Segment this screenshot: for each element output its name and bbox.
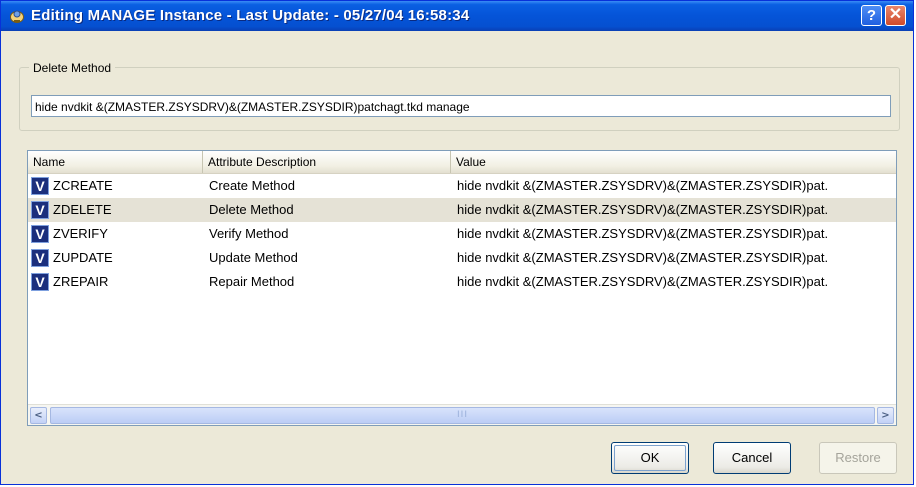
restore-button[interactable]: Restore — [819, 442, 897, 474]
v-method-icon: V — [31, 201, 49, 219]
row-name: ZDELETE — [53, 202, 112, 217]
close-button[interactable]: ✕ — [885, 5, 906, 26]
row-description: Repair Method — [209, 274, 295, 289]
row-description: Create Method — [209, 178, 295, 193]
row-name: ZVERIFY — [53, 226, 108, 241]
row-name: ZREPAIR — [53, 274, 109, 289]
list-row[interactable]: V ZREPAIR Repair Method hide nvdkit &(ZM… — [28, 270, 896, 294]
list-row[interactable]: V ZDELETE Delete Method hide nvdkit &(ZM… — [28, 198, 896, 222]
row-description: Delete Method — [209, 202, 294, 217]
row-name: ZCREATE — [53, 178, 113, 193]
help-icon: ? — [866, 7, 877, 24]
scroll-left-button[interactable]: < — [30, 407, 47, 424]
row-name: ZUPDATE — [53, 250, 113, 265]
v-method-icon: V — [31, 225, 49, 243]
horizontal-scrollbar[interactable]: < III > — [28, 404, 896, 425]
app-icon — [10, 10, 24, 23]
column-header-name[interactable]: Name — [28, 151, 203, 173]
delete-method-input[interactable]: hide nvdkit &(ZMASTER.ZSYSDRV)&(ZMASTER.… — [31, 95, 891, 117]
v-method-icon: V — [31, 177, 49, 195]
window-title: Editing MANAGE Instance - Last Update: -… — [31, 7, 470, 24]
row-value: hide nvdkit &(ZMASTER.ZSYSDRV)&(ZMASTER.… — [457, 226, 829, 241]
row-description: Verify Method — [209, 226, 289, 241]
row-value: hide nvdkit &(ZMASTER.ZSYSDRV)&(ZMASTER.… — [457, 250, 829, 265]
list-header: Name Attribute Description Value — [28, 151, 896, 174]
list-row[interactable]: V ZVERIFY Verify Method hide nvdkit &(ZM… — [28, 222, 896, 246]
scrollbar-thumb[interactable]: III — [50, 407, 875, 424]
chevron-right-icon: > — [881, 410, 890, 421]
close-icon: ✕ — [888, 6, 903, 23]
scroll-right-button[interactable]: > — [877, 407, 894, 424]
grip-icon: III — [457, 410, 468, 420]
v-method-icon: V — [31, 273, 49, 291]
row-value: hide nvdkit &(ZMASTER.ZSYSDRV)&(ZMASTER.… — [457, 274, 829, 289]
attributes-list[interactable]: Name Attribute Description Value V ZCREA… — [27, 150, 897, 426]
help-button[interactable]: ? — [861, 5, 882, 26]
delete-method-label: Delete Method — [29, 61, 116, 75]
row-value: hide nvdkit &(ZMASTER.ZSYSDRV)&(ZMASTER.… — [457, 178, 829, 193]
list-row[interactable]: V ZUPDATE Update Method hide nvdkit &(ZM… — [28, 246, 896, 270]
row-value: hide nvdkit &(ZMASTER.ZSYSDRV)&(ZMASTER.… — [457, 202, 829, 217]
chevron-left-icon: < — [34, 410, 43, 421]
dialog-window: Editing MANAGE Instance - Last Update: -… — [0, 0, 914, 485]
column-header-description[interactable]: Attribute Description — [203, 151, 451, 173]
title-bar[interactable]: Editing MANAGE Instance - Last Update: -… — [1, 1, 913, 31]
ok-button[interactable]: OK — [611, 442, 689, 474]
v-method-icon: V — [31, 249, 49, 267]
row-description: Update Method — [209, 250, 298, 265]
column-header-value[interactable]: Value — [451, 151, 896, 173]
list-row[interactable]: V ZCREATE Create Method hide nvdkit &(ZM… — [28, 174, 896, 198]
cancel-button[interactable]: Cancel — [713, 442, 791, 474]
